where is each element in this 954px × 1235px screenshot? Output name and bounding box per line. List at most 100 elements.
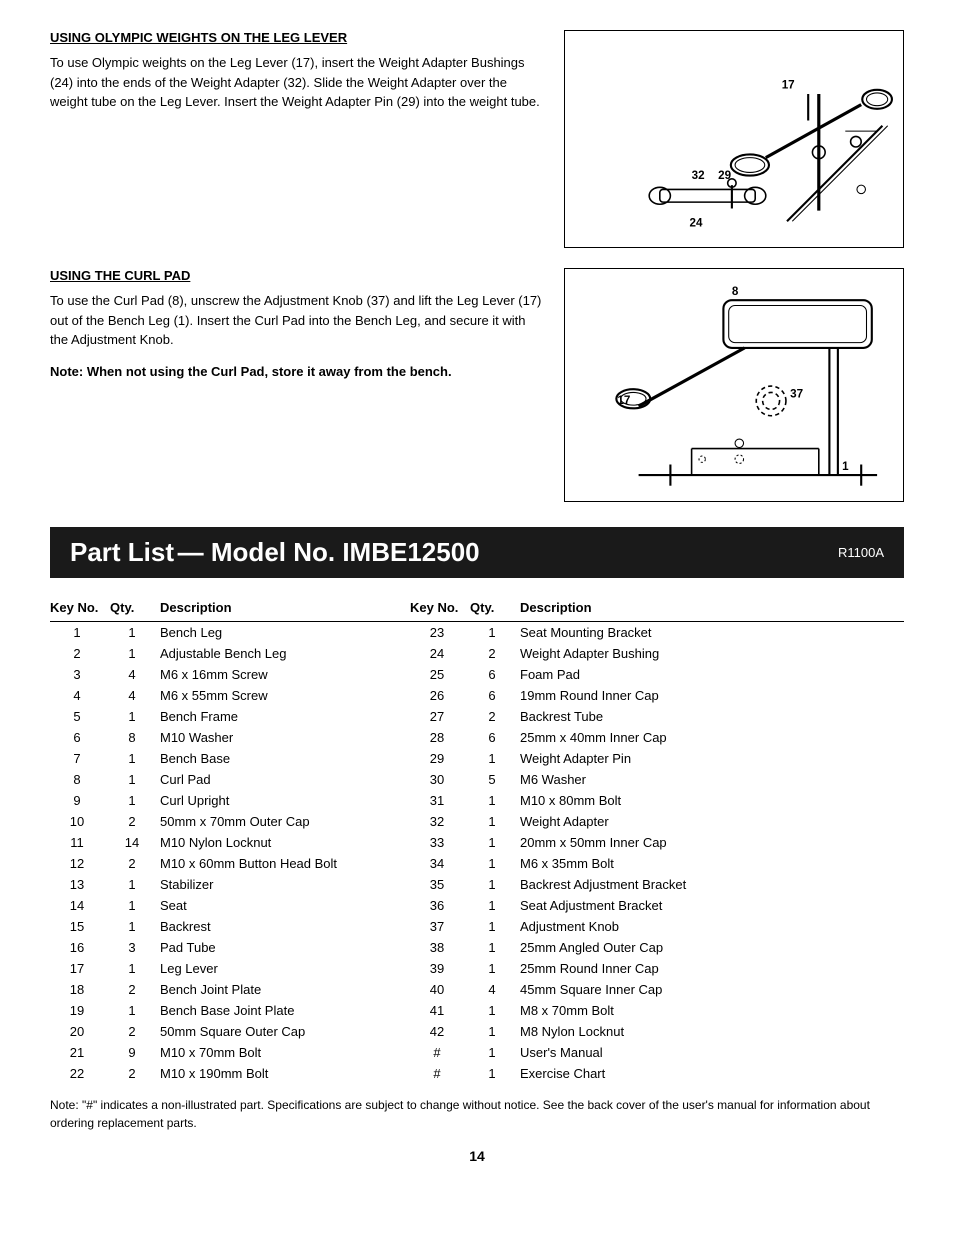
qty-left: 2 xyxy=(110,853,160,874)
col-spacer xyxy=(380,1000,410,1021)
parts-tbody: 1 1 Bench Leg 2 3 1 Seat Mounting Bracket… xyxy=(50,622,904,1085)
qty-right: 1 xyxy=(470,1021,520,1042)
key-left: 19 xyxy=(50,1000,110,1021)
col-spacer xyxy=(380,790,410,811)
col-spacer xyxy=(380,1021,410,1042)
key-left: 4 xyxy=(50,685,110,706)
qty-right: 1 xyxy=(470,895,520,916)
desc-right: M8 x 70mm Bolt xyxy=(520,1000,904,1021)
key-left: 18 xyxy=(50,979,110,1000)
key-right: # xyxy=(410,1042,470,1063)
qty-right: 1 xyxy=(470,874,520,895)
key-left: 9 xyxy=(50,790,110,811)
desc-right: User's Manual xyxy=(520,1042,904,1063)
qty-left: 8 xyxy=(110,727,160,748)
qty-left: 3 xyxy=(110,937,160,958)
qty-right: 1 xyxy=(470,622,520,644)
table-row: 12 2 M10 x 60mm Button Head Bolt 34 1 M6… xyxy=(50,853,904,874)
desc-left: Curl Pad xyxy=(160,769,380,790)
qty-left: 1 xyxy=(110,916,160,937)
key-right: 37 xyxy=(410,916,470,937)
key-right: 34 xyxy=(410,853,470,874)
key-left: 14 xyxy=(50,895,110,916)
col-spacer xyxy=(380,895,410,916)
key-right: 41 xyxy=(410,1000,470,1021)
col-qty-right: Qty. xyxy=(470,596,520,622)
desc-right: M6 Washer xyxy=(520,769,904,790)
desc-right: Seat Mounting Bracket xyxy=(520,622,904,644)
table-row: 6 8 M10 Washer 28 6 25mm x 40mm Inner Ca… xyxy=(50,727,904,748)
desc-left: M10 Nylon Locknut xyxy=(160,832,380,853)
svg-text:37: 37 xyxy=(790,388,803,401)
qty-right: 1 xyxy=(470,1000,520,1021)
desc-left: Bench Base xyxy=(160,748,380,769)
key-right: 26 xyxy=(410,685,470,706)
curl-pad-note: Note: When not using the Curl Pad, store… xyxy=(50,362,544,382)
qty-right: 1 xyxy=(470,811,520,832)
table-row: 4 4 M6 x 55mm Screw 26 6 19mm Round Inne… xyxy=(50,685,904,706)
qty-left: 14 xyxy=(110,832,160,853)
key-right: 40 xyxy=(410,979,470,1000)
table-row: 5 1 Bench Frame 27 2 Backrest Tube xyxy=(50,706,904,727)
desc-right: Weight Adapter xyxy=(520,811,904,832)
qty-left: 1 xyxy=(110,643,160,664)
table-row: 2 1 Adjustable Bench Leg 24 2 Weight Ada… xyxy=(50,643,904,664)
table-row: 17 1 Leg Lever 39 1 25mm Round Inner Cap xyxy=(50,958,904,979)
olympic-weights-body: To use Olympic weights on the Leg Lever … xyxy=(50,53,544,112)
qty-left: 1 xyxy=(110,769,160,790)
table-row: 9 1 Curl Upright 31 1 M10 x 80mm Bolt xyxy=(50,790,904,811)
desc-left: 50mm Square Outer Cap xyxy=(160,1021,380,1042)
table-row: 8 1 Curl Pad 30 5 M6 Washer xyxy=(50,769,904,790)
desc-right: Seat Adjustment Bracket xyxy=(520,895,904,916)
qty-right: 1 xyxy=(470,1042,520,1063)
key-right: 33 xyxy=(410,832,470,853)
curl-pad-body: To use the Curl Pad (8), unscrew the Adj… xyxy=(50,291,544,350)
page-number: 14 xyxy=(50,1148,904,1164)
qty-left: 1 xyxy=(110,622,160,644)
col-spacer xyxy=(380,643,410,664)
col-divider xyxy=(380,596,410,622)
key-left: 1 xyxy=(50,622,110,644)
table-row: 10 2 50mm x 70mm Outer Cap 32 1 Weight A… xyxy=(50,811,904,832)
col-spacer xyxy=(380,748,410,769)
desc-right: Weight Adapter Pin xyxy=(520,748,904,769)
key-right: 36 xyxy=(410,895,470,916)
key-right: 24 xyxy=(410,643,470,664)
desc-left: Leg Lever xyxy=(160,958,380,979)
part-list-title-block: Part List — Model No. IMBE12500 xyxy=(70,537,480,568)
desc-left: Adjustable Bench Leg xyxy=(160,643,380,664)
desc-left: Bench Base Joint Plate xyxy=(160,1000,380,1021)
desc-left: Bench Frame xyxy=(160,706,380,727)
desc-right: 25mm Round Inner Cap xyxy=(520,958,904,979)
qty-left: 1 xyxy=(110,706,160,727)
desc-left: 50mm x 70mm Outer Cap xyxy=(160,811,380,832)
qty-right: 1 xyxy=(470,853,520,874)
key-left: 20 xyxy=(50,1021,110,1042)
qty-left: 2 xyxy=(110,979,160,1000)
key-left: 13 xyxy=(50,874,110,895)
qty-left: 1 xyxy=(110,1000,160,1021)
col-key-left: Key No. xyxy=(50,596,110,622)
col-desc-left: Description xyxy=(160,596,380,622)
key-left: 3 xyxy=(50,664,110,685)
table-row: 20 2 50mm Square Outer Cap 42 1 M8 Nylon… xyxy=(50,1021,904,1042)
qty-right: 1 xyxy=(470,790,520,811)
svg-text:8: 8 xyxy=(732,285,739,298)
desc-left: Bench Joint Plate xyxy=(160,979,380,1000)
desc-right: M8 Nylon Locknut xyxy=(520,1021,904,1042)
olympic-weights-text: USING OLYMPIC WEIGHTS ON THE LEG LEVER T… xyxy=(50,30,544,248)
desc-left: M10 x 60mm Button Head Bolt xyxy=(160,853,380,874)
qty-right: 1 xyxy=(470,937,520,958)
key-left: 8 xyxy=(50,769,110,790)
part-list-header: Part List — Model No. IMBE12500 R1100A xyxy=(50,527,904,578)
desc-right: Backrest Tube xyxy=(520,706,904,727)
table-row: 19 1 Bench Base Joint Plate 41 1 M8 x 70… xyxy=(50,1000,904,1021)
col-spacer xyxy=(380,769,410,790)
col-spacer xyxy=(380,958,410,979)
desc-right: Exercise Chart xyxy=(520,1063,904,1084)
desc-left: Bench Leg xyxy=(160,622,380,644)
desc-left: Seat xyxy=(160,895,380,916)
olympic-weights-title: USING OLYMPIC WEIGHTS ON THE LEG LEVER xyxy=(50,30,544,45)
desc-right: 19mm Round Inner Cap xyxy=(520,685,904,706)
desc-right: Foam Pad xyxy=(520,664,904,685)
